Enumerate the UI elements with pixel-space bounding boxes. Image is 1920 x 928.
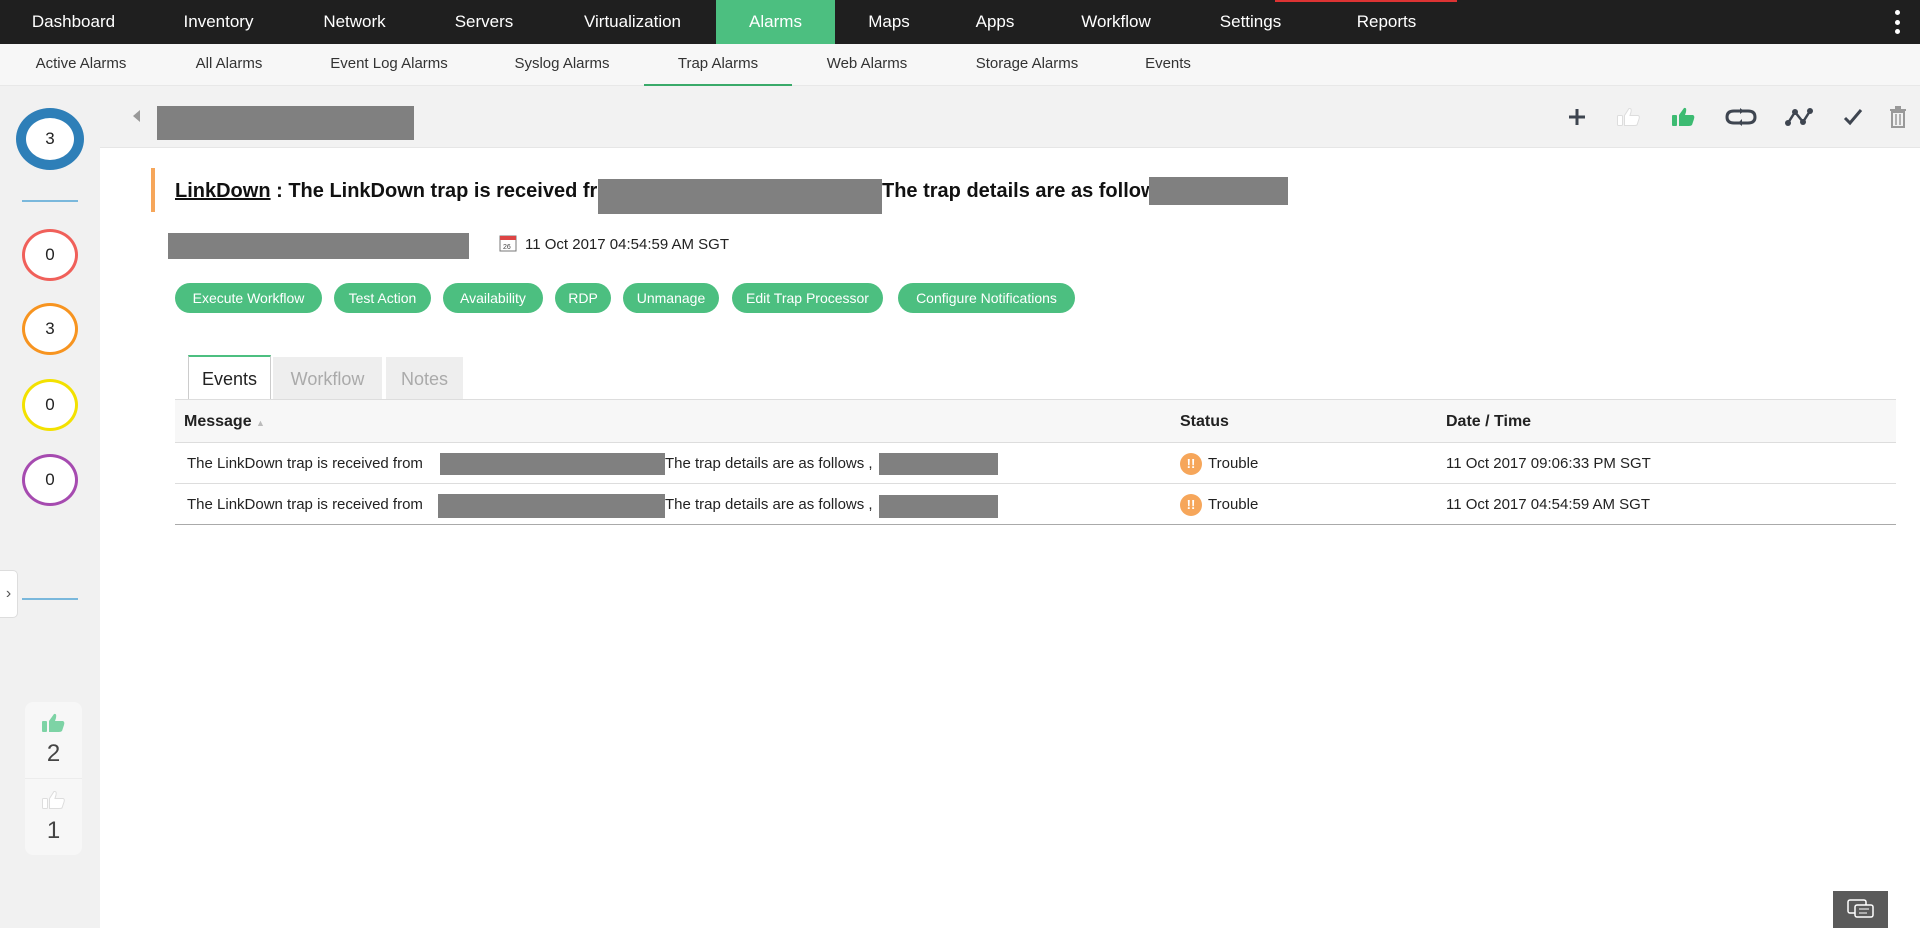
table-row[interactable]: The LinkDown trap is received from The t…	[175, 443, 1896, 484]
separator: :	[270, 180, 289, 202]
unmanage-button[interactable]: Unmanage	[623, 283, 719, 313]
redacted-source	[598, 179, 882, 214]
events-table: Message ▲ Status Date / Time The LinkDow…	[175, 399, 1896, 525]
feedback-card: 2 1	[25, 702, 82, 855]
alarm-header-bar	[100, 86, 1920, 148]
divider	[22, 598, 78, 600]
test-action-button[interactable]: Test Action	[334, 283, 431, 313]
graph-icon[interactable]	[1782, 100, 1816, 134]
nav-virtualization[interactable]: Virtualization	[549, 0, 716, 44]
tab-events[interactable]: Events	[188, 355, 271, 399]
datetime: 11 Oct 2017 09:06:33 PM SGT	[1446, 455, 1651, 472]
trouble-icon: !!	[1180, 453, 1202, 476]
expand-sidebar-button[interactable]: ›	[0, 570, 18, 618]
tab-workflow[interactable]: Workflow	[273, 357, 382, 399]
trouble-count[interactable]: 3	[22, 303, 78, 355]
table-header: Message ▲ Status Date / Time	[175, 399, 1896, 443]
more-menu-icon[interactable]	[1894, 10, 1900, 34]
subnav-event-log-alarms[interactable]: Event Log Alarms	[314, 44, 464, 86]
column-message-label: Message	[184, 413, 252, 430]
add-icon[interactable]	[1560, 100, 1594, 134]
thumbs-up-filled-icon	[41, 713, 64, 732]
alarm-date: 11 Oct 2017 04:54:59 AM SGT	[525, 236, 730, 253]
datetime: 11 Oct 2017 04:54:59 AM SGT	[1446, 496, 1651, 513]
nav-highlight-line	[1275, 0, 1457, 2]
trash-icon[interactable]	[1881, 100, 1915, 134]
column-datetime[interactable]: Date / Time	[1446, 400, 1531, 444]
subnav-events[interactable]: Events	[1128, 44, 1208, 86]
chat-icon[interactable]	[1833, 891, 1888, 928]
nav-alarms[interactable]: Alarms	[716, 0, 835, 44]
redacted-details	[879, 495, 998, 518]
message-prefix: The LinkDown trap is received from	[187, 496, 423, 513]
check-icon[interactable]	[1836, 100, 1870, 134]
nav-inventory[interactable]: Inventory	[147, 0, 290, 44]
subnav-storage-alarms[interactable]: Storage Alarms	[957, 44, 1097, 86]
nav-apps[interactable]: Apps	[943, 0, 1047, 44]
calendar-icon: 26	[499, 234, 517, 257]
availability-button[interactable]: Availability	[443, 283, 543, 313]
nav-network[interactable]: Network	[290, 0, 419, 44]
service-down-count[interactable]: 0	[22, 454, 78, 506]
divider	[22, 200, 78, 202]
svg-text:26: 26	[503, 244, 511, 251]
redacted-source	[440, 453, 665, 475]
severity-sidebar: 3 0 3 0 0 › 2 1	[0, 86, 100, 928]
execute-workflow-button[interactable]: Execute Workflow	[175, 283, 322, 313]
likes-count: 2	[46, 740, 61, 767]
nav-settings[interactable]: Settings	[1185, 0, 1316, 44]
message-prefix: The LinkDown trap is received from	[187, 455, 423, 472]
alarm-title: LinkDown : The LinkDown trap is received…	[175, 180, 627, 203]
edit-trap-processor-button[interactable]: Edit Trap Processor	[732, 283, 883, 313]
redacted-source	[438, 494, 665, 518]
thumbs-up-outline-icon[interactable]	[1612, 100, 1646, 134]
dislikes[interactable]: 1	[25, 778, 82, 854]
sort-icon: ▲	[256, 418, 265, 428]
critical-count[interactable]: 0	[22, 229, 78, 281]
back-arrow-icon[interactable]	[133, 110, 140, 122]
column-status[interactable]: Status	[1180, 400, 1229, 444]
likes[interactable]: 2	[25, 702, 82, 778]
severity-indicator-bar	[151, 168, 155, 212]
column-message[interactable]: Message ▲	[184, 400, 265, 445]
subnav-web-alarms[interactable]: Web Alarms	[807, 44, 927, 86]
configure-notifications-button[interactable]: Configure Notifications	[898, 283, 1075, 313]
trouble-icon: !!	[1180, 494, 1202, 517]
sub-nav: Active Alarms All Alarms Event Log Alarm…	[0, 44, 1920, 86]
status-label: Trouble	[1208, 455, 1259, 472]
nav-reports[interactable]: Reports	[1316, 0, 1457, 44]
repeat-icon[interactable]	[1724, 100, 1758, 134]
message-suffix: The trap details are as follows ,	[665, 496, 873, 513]
total-alarms-count[interactable]: 3	[16, 108, 84, 170]
subnav-all-alarms[interactable]: All Alarms	[179, 44, 279, 86]
thumbs-up-filled-icon[interactable]	[1667, 100, 1701, 134]
nav-maps[interactable]: Maps	[835, 0, 943, 44]
alarm-message-prefix: The LinkDown trap is received from	[288, 180, 628, 202]
redacted-device-name	[157, 106, 414, 140]
subnav-active-alarms[interactable]: Active Alarms	[15, 44, 147, 86]
nav-workflow[interactable]: Workflow	[1047, 0, 1185, 44]
attention-count[interactable]: 0	[22, 379, 78, 431]
subnav-syslog-alarms[interactable]: Syslog Alarms	[492, 44, 632, 86]
thumbs-up-outline-icon	[41, 790, 65, 809]
subnav-trap-alarms[interactable]: Trap Alarms	[644, 44, 792, 86]
alarm-message-suffix: The trap details are as follows ,	[882, 180, 1179, 202]
nav-dashboard[interactable]: Dashboard	[0, 0, 147, 44]
redacted-details	[879, 453, 998, 475]
table-row[interactable]: The LinkDown trap is received from The t…	[175, 484, 1896, 525]
nav-servers[interactable]: Servers	[419, 0, 549, 44]
top-nav: Dashboard Inventory Network Servers Virt…	[0, 0, 1920, 44]
message-suffix: The trap details are as follows ,	[665, 455, 873, 472]
rdp-button[interactable]: RDP	[555, 283, 611, 313]
status-label: Trouble	[1208, 496, 1259, 513]
redacted-device	[168, 233, 469, 259]
redacted-details	[1149, 177, 1288, 205]
dislikes-count: 1	[46, 817, 61, 844]
tab-notes[interactable]: Notes	[386, 357, 463, 399]
alarm-name-link[interactable]: LinkDown	[175, 180, 271, 202]
